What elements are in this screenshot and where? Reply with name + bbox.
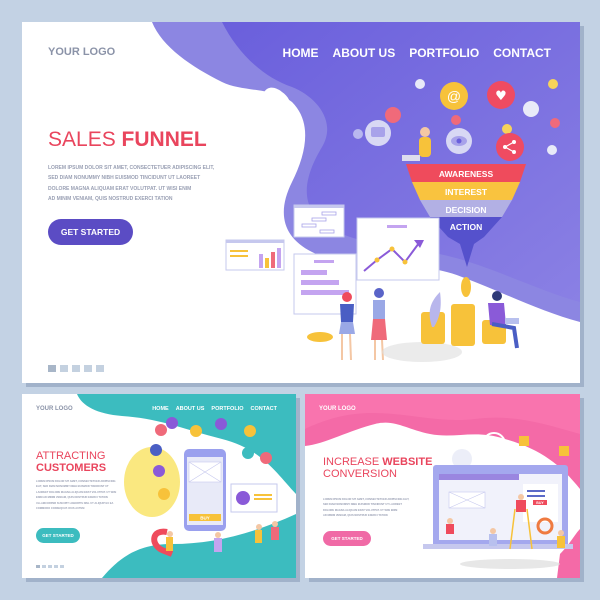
top-nav: HOME ABOUT US PORTFOLIO CONTACT bbox=[152, 406, 277, 412]
pagination bbox=[36, 565, 64, 568]
get-started-button[interactable]: GET STARTED bbox=[48, 219, 133, 245]
description: LOREM IPSUM DOLOR SIT AMET, CONSECTETUER… bbox=[48, 165, 215, 202]
bubble bbox=[451, 115, 461, 125]
coin-stack-1 bbox=[382, 277, 506, 362]
bar-chart-window bbox=[225, 239, 285, 271]
bubble bbox=[353, 129, 363, 139]
puzzle-icon bbox=[519, 436, 529, 446]
page-dot-3[interactable] bbox=[72, 365, 80, 372]
page-dot-5[interactable] bbox=[60, 565, 64, 568]
description: LOREM IPSUM DOLOR SIT AMET, CONSECTETUER… bbox=[36, 480, 117, 511]
bubble bbox=[385, 107, 401, 123]
bubble bbox=[548, 79, 558, 89]
svg-text:BUY: BUY bbox=[536, 501, 544, 505]
nav-about-us[interactable]: ABOUT US bbox=[333, 46, 396, 60]
funnel-stage-action: ACTION bbox=[450, 222, 483, 232]
bubble bbox=[502, 124, 512, 134]
page-title: SALES FUNNEL bbox=[48, 128, 207, 151]
page-dot-5[interactable] bbox=[96, 365, 104, 372]
svg-text:♥: ♥ bbox=[495, 89, 507, 104]
get-started-button[interactable]: GET STARTED bbox=[323, 531, 371, 546]
increase-conversion-page: BUY YOUR LOGO INCREASE WEBSITE CONVERSIO… bbox=[305, 394, 580, 578]
funnel-stage-interest: INTEREST bbox=[445, 187, 488, 197]
page-dot-2[interactable] bbox=[42, 565, 46, 568]
gantt-chart-window bbox=[293, 204, 345, 238]
attracting-customers-page: BUY YOUR LOGO HOME ABOUT US PORTFOLIO CO… bbox=[22, 394, 296, 578]
nav-portfolio[interactable]: PORTFOLIO bbox=[409, 46, 479, 60]
top-nav: HOME ABOUT US PORTFOLIO CONTACT bbox=[283, 46, 551, 60]
get-started-button[interactable]: GET STARTED bbox=[36, 528, 80, 543]
nav-contact[interactable]: CONTACT bbox=[493, 46, 551, 60]
nav-home[interactable]: HOME bbox=[152, 406, 169, 412]
page-title: INCREASE WEBSITE CONVERSION bbox=[323, 456, 433, 480]
bubble bbox=[523, 101, 539, 117]
bubble bbox=[550, 118, 560, 128]
svg-text:@: @ bbox=[447, 88, 461, 104]
funnel-stage-decision: DECISION bbox=[445, 205, 486, 215]
page-dot-4[interactable] bbox=[84, 365, 92, 372]
bubble bbox=[415, 79, 425, 89]
page-dot-2[interactable] bbox=[60, 365, 68, 372]
puzzle-icon bbox=[559, 446, 569, 456]
svg-text:BUY: BUY bbox=[200, 516, 210, 521]
share-icon bbox=[496, 133, 524, 161]
logo[interactable]: YOUR LOGO bbox=[319, 406, 356, 412]
page-dot-1[interactable] bbox=[48, 365, 56, 372]
nav-home[interactable]: HOME bbox=[283, 46, 319, 60]
page-dot-4[interactable] bbox=[54, 565, 58, 568]
bubble bbox=[547, 145, 557, 155]
funnel-stage-awareness: AWARENESS bbox=[439, 169, 494, 179]
pink-illustration: BUY bbox=[305, 394, 580, 578]
logo[interactable]: YOUR LOGO bbox=[48, 46, 115, 58]
pagination bbox=[48, 365, 104, 372]
line-chart-window bbox=[356, 217, 440, 281]
page-dot-1[interactable] bbox=[36, 565, 40, 568]
person-sitting bbox=[419, 137, 431, 157]
sales-funnel-page: @ ♥ AWARENESS INTEREST DECISION ACTION Y… bbox=[22, 22, 580, 383]
nav-contact[interactable]: CONTACT bbox=[251, 406, 277, 412]
page-dot-3[interactable] bbox=[48, 565, 52, 568]
description: LOREM IPSUM DOLOR SIT AMET, CONSECTETUER… bbox=[323, 498, 410, 518]
nav-portfolio[interactable]: PORTFOLIO bbox=[211, 406, 243, 412]
nav-about-us[interactable]: ABOUT US bbox=[176, 406, 205, 412]
page-title: ATTRACTING CUSTOMERS bbox=[36, 450, 107, 474]
logo[interactable]: YOUR LOGO bbox=[36, 406, 73, 412]
yellow-blob bbox=[124, 447, 180, 517]
coin bbox=[307, 332, 333, 342]
